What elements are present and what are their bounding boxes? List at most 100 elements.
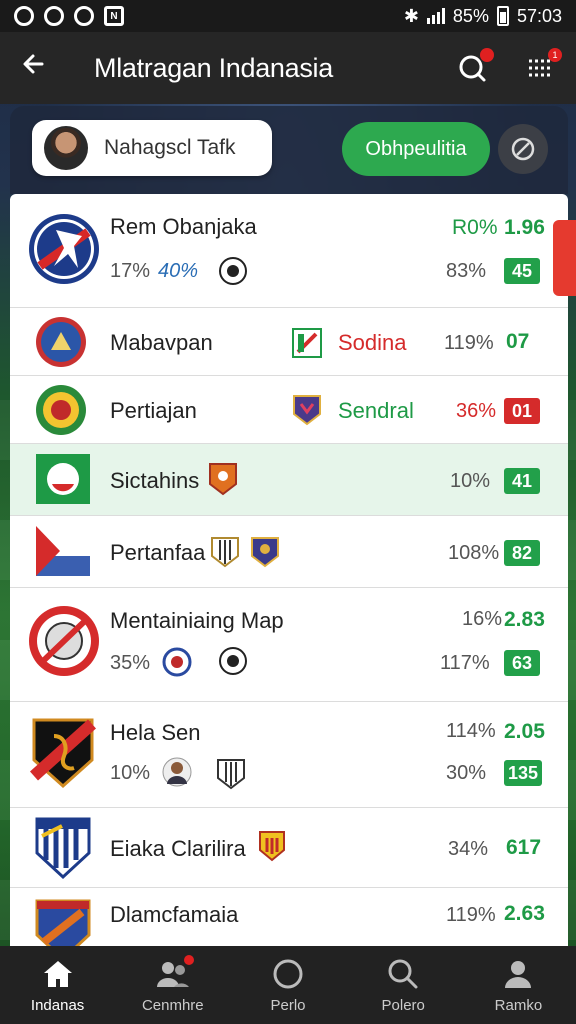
notification-dot — [183, 954, 194, 965]
user-name: Nahagscl Tafk — [104, 136, 236, 159]
team-name: Mabavpan — [110, 330, 213, 355]
ball-icon — [219, 647, 247, 675]
user-chip[interactable]: Nahagscl Tafk — [32, 120, 272, 176]
club-shield-icon — [217, 759, 245, 790]
clock: 57:03 — [516, 5, 562, 26]
team-name: Hela Sen — [110, 720, 201, 745]
score-badge: 01 — [504, 398, 540, 424]
nav-label: Perlo — [270, 996, 306, 1014]
app-bar: Mlatragan Indanasia 1 — [0, 32, 576, 104]
right-percent: 119% — [444, 332, 494, 354]
club-shield-icon — [211, 537, 239, 568]
battery-percent: 85% — [452, 5, 489, 26]
team-name: Pertanfaa — [110, 540, 206, 565]
filter-list-button[interactable]: 1 — [524, 48, 562, 84]
team-flag-icon — [36, 454, 90, 504]
nav-community[interactable]: Cenmhre — [115, 946, 230, 1024]
team-name: Pertiajan — [110, 398, 197, 423]
list-item[interactable]: Mentainiaing Map 35% 16% 2.83 117% 63 — [10, 588, 568, 702]
block-icon — [511, 137, 535, 161]
list-item[interactable]: Sictahins 10% 41 — [10, 444, 568, 516]
filter-badge: 1 — [548, 48, 562, 62]
club-flag-icon — [292, 328, 322, 358]
right-percent: 108% — [448, 542, 500, 564]
club-shield-icon — [209, 463, 237, 496]
team-name: Mentainiaing Map — [110, 608, 284, 633]
team-tag: Sodina — [338, 330, 407, 355]
filter-controls: Nahagscl Tafk Obhpeulitia — [10, 106, 568, 194]
home-icon — [41, 957, 75, 991]
right-percent: 10% — [450, 470, 491, 492]
status-circle-icon — [14, 6, 34, 26]
list-item[interactable]: Pertanfaa 108% 82 — [10, 516, 568, 588]
team-shield-icon — [35, 899, 91, 946]
score-badge: 41 — [504, 468, 540, 494]
score-badge: 82 — [504, 540, 540, 566]
list-item[interactable]: Eiaka Clarilira 34% 617 — [10, 808, 568, 888]
people-icon — [156, 954, 194, 991]
team-percent: 10% — [110, 762, 151, 784]
team-sub-percent: 40% — [158, 260, 199, 282]
club-shield-icon — [293, 395, 321, 426]
team-list: Rem Obanjaka 17% 40% R0% 1.96 83% 45 Mab… — [10, 194, 568, 946]
score-value: 617 — [506, 836, 542, 859]
team-name: Dlamcfamaia — [110, 902, 239, 927]
circle-icon — [271, 957, 305, 991]
list-item[interactable]: Rem Obanjaka 17% 40% R0% 1.96 83% 45 — [10, 194, 568, 308]
team-crest-icon — [29, 606, 99, 676]
club-shield-icon — [251, 537, 279, 568]
list-item[interactable]: Hela Sen 10% 114% 2.05 30% 135 — [10, 702, 568, 808]
status-n-icon: N — [104, 6, 124, 26]
right-percent: 30% — [446, 762, 487, 784]
disable-button[interactable] — [498, 124, 548, 174]
value-percent: 16% — [462, 608, 503, 630]
nav-search[interactable]: Polero — [346, 946, 461, 1024]
team-percent: 17% — [110, 260, 151, 282]
right-percent: 83% — [446, 260, 487, 282]
nav-home[interactable]: Indanas — [0, 946, 115, 1024]
team-crest-icon — [29, 214, 99, 284]
score-badge: 63 — [504, 650, 540, 676]
club-shield-icon — [259, 831, 285, 862]
club-crest-icon — [162, 647, 192, 677]
team-name: Rem Obanjaka — [110, 214, 257, 239]
score-badge: 45 — [504, 258, 540, 284]
nav-profile[interactable]: Perlo — [230, 946, 345, 1024]
avatar — [44, 126, 88, 170]
nav-account[interactable]: Ramko — [461, 946, 576, 1024]
team-tag: Sendral — [338, 398, 414, 423]
signal-icon — [426, 8, 445, 24]
nav-label: Indanas — [30, 996, 85, 1014]
right-percent: 117% — [440, 652, 490, 674]
ball-icon — [219, 257, 247, 285]
status-bar: N ✱ 85% 57:03 — [0, 0, 576, 32]
side-drawer-handle[interactable] — [553, 220, 576, 296]
battery-icon — [496, 6, 509, 26]
search-refresh-button[interactable] — [456, 48, 494, 84]
primary-button[interactable]: Obhpeulitia — [342, 122, 490, 176]
player-avatar-icon — [162, 757, 192, 787]
bottom-navigation: Indanas Cenmhre Perlo Polero Ramko — [0, 946, 576, 1024]
team-percent: 35% — [110, 652, 151, 674]
score-badge: 135 — [504, 760, 543, 786]
status-circle-icon — [44, 6, 64, 26]
list-item[interactable]: Dlamcfamaia 119% 2.63 — [10, 888, 568, 946]
score-value: 07 — [506, 330, 530, 353]
back-arrow-icon[interactable] — [20, 50, 60, 86]
value-percent: 119% — [446, 904, 496, 926]
right-percent: 36% — [456, 400, 497, 422]
bluetooth-icon: ✱ — [403, 5, 419, 26]
team-name: Sictahins — [110, 468, 200, 493]
team-name: Eiaka Clarilira — [110, 836, 246, 861]
list-item[interactable]: Mabavpan Sodina 119% 07 — [10, 308, 568, 376]
nav-label: Ramko — [494, 996, 543, 1014]
value-percent: 114% — [446, 720, 496, 742]
status-circle-icon — [74, 6, 94, 26]
score-value: 1.96 — [504, 216, 545, 239]
right-percent: 34% — [448, 838, 489, 860]
page-title: Mlatragan Indanasia — [94, 52, 333, 83]
score-value: 2.05 — [504, 720, 545, 743]
list-item[interactable]: Pertiajan Sendral 36% 01 — [10, 376, 568, 444]
score-value: 2.83 — [504, 608, 545, 631]
person-icon — [501, 957, 535, 991]
